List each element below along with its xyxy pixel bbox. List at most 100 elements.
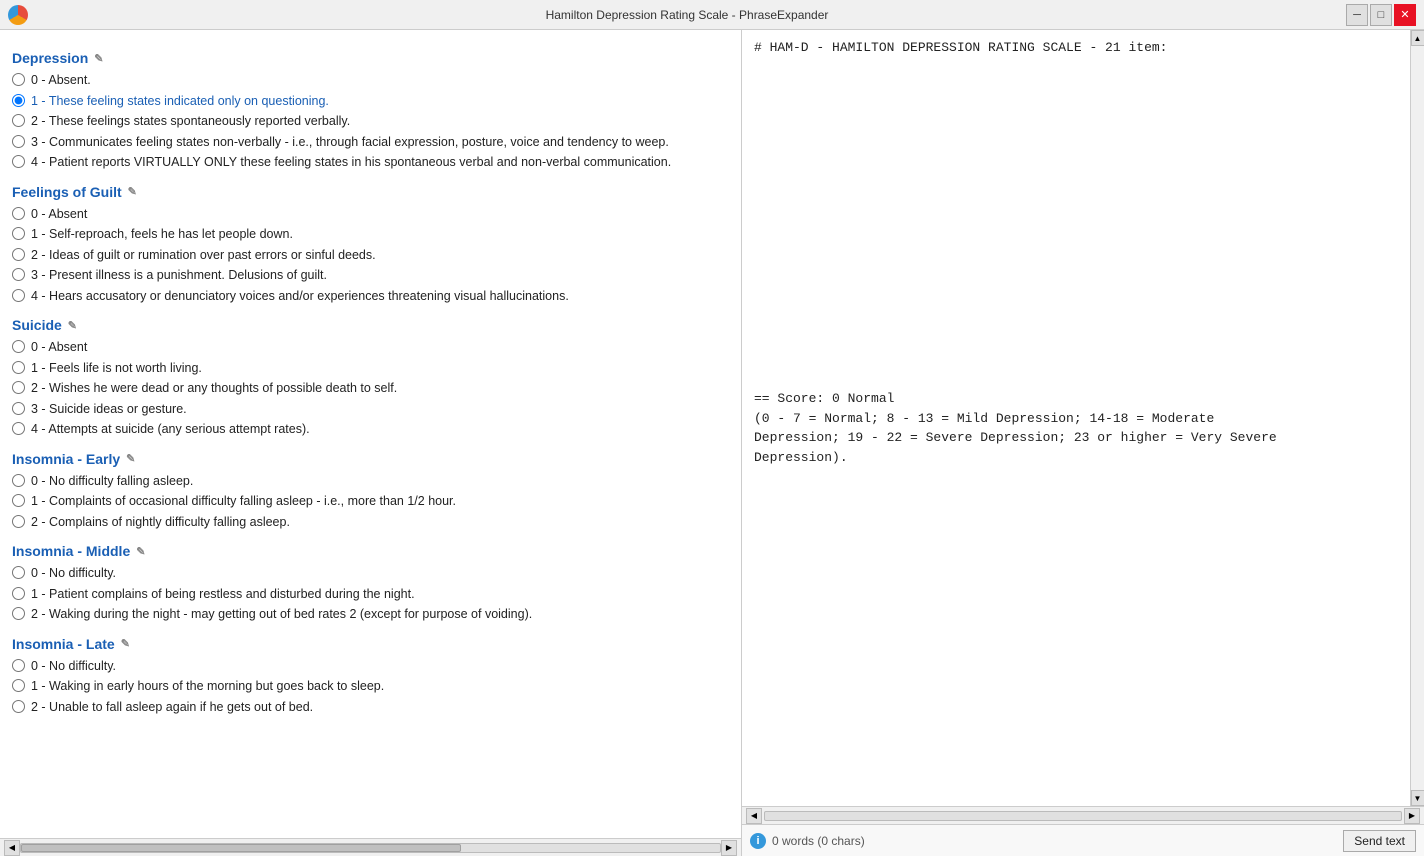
close-button[interactable]: ✕ xyxy=(1394,4,1416,26)
radio-depression-1[interactable] xyxy=(12,94,25,107)
radio-item: 1 - Feels life is not worth living. xyxy=(12,360,729,378)
radio-label: 1 - Patient complains of being restless … xyxy=(31,586,415,604)
radio-item: 0 - No difficulty. xyxy=(12,658,729,676)
section-edit-icon-insomnia-middle[interactable]: ✎ xyxy=(136,544,150,558)
section-header-guilt: Feelings of Guilt ✎ xyxy=(12,184,729,200)
section-suicide: Suicide✎0 - Absent1 - Feels life is not … xyxy=(12,317,729,439)
radio-item: 1 - Patient complains of being restless … xyxy=(12,586,729,604)
radio-item: 0 - No difficulty falling asleep. xyxy=(12,473,729,491)
radio-guilt-3[interactable] xyxy=(12,268,25,281)
radio-item: 2 - Ideas of guilt or rumination over pa… xyxy=(12,247,729,265)
vscroll-up-arrow[interactable]: ▲ xyxy=(1411,30,1424,46)
section-edit-icon-suicide[interactable]: ✎ xyxy=(68,318,82,332)
radio-insomnia-early-2[interactable] xyxy=(12,515,25,528)
radio-suicide-4[interactable] xyxy=(12,422,25,435)
radio-insomnia-late-0[interactable] xyxy=(12,659,25,672)
window-title: Hamilton Depression Rating Scale - Phras… xyxy=(28,8,1346,22)
radio-guilt-1[interactable] xyxy=(12,227,25,240)
radio-item: 0 - Absent xyxy=(12,206,729,224)
radio-item: 1 - These feeling states indicated only … xyxy=(12,93,729,111)
radio-insomnia-middle-1[interactable] xyxy=(12,587,25,600)
hscroll-track[interactable] xyxy=(20,843,721,853)
section-edit-icon-insomnia-early[interactable]: ✎ xyxy=(126,452,140,466)
radio-item: 1 - Self-reproach, feels he has let peop… xyxy=(12,226,729,244)
window-controls: ─ □ ✕ xyxy=(1346,4,1416,26)
minimize-button[interactable]: ─ xyxy=(1346,4,1368,26)
radio-item: 2 - Complains of nightly difficulty fall… xyxy=(12,514,729,532)
section-insomnia-middle: Insomnia - Middle✎ 0 - No difficulty. 1 - … xyxy=(12,543,729,624)
radio-guilt-4[interactable] xyxy=(12,289,25,302)
info-icon: i xyxy=(750,833,766,849)
section-label-depression: Depression xyxy=(12,50,88,66)
radio-label: 3 - Suicide ideas or gesture. xyxy=(31,401,187,419)
radio-item: 2 - These feelings states spontaneously … xyxy=(12,113,729,131)
radio-label: 2 - Unable to fall asleep again if he ge… xyxy=(31,699,313,717)
section-label-guilt: Feelings of Guilt xyxy=(12,184,122,200)
radio-label: 3 - Communicates feeling states non-verb… xyxy=(31,134,669,152)
radio-guilt-0[interactable] xyxy=(12,207,25,220)
section-header-depression: Depression ✎ xyxy=(12,50,729,66)
section-header-insomnia-middle: Insomnia - Middle✎ xyxy=(12,543,729,559)
radio-label: 1 - Waking in early hours of the morning… xyxy=(31,678,384,696)
vscroll-down-arrow[interactable]: ▼ xyxy=(1411,790,1424,806)
radio-depression-2[interactable] xyxy=(12,114,25,127)
status-bar: i 0 words (0 chars) Send text xyxy=(742,824,1424,856)
radio-suicide-1[interactable] xyxy=(12,361,25,374)
title-bar: Hamilton Depression Rating Scale - Phras… xyxy=(0,0,1424,30)
section-edit-icon-guilt[interactable]: ✎ xyxy=(128,185,142,199)
left-panel: Depression✎0 - Absent.1 - These feeling … xyxy=(0,30,742,856)
radio-item: 2 - Wishes he were dead or any thoughts … xyxy=(12,380,729,398)
app-logo xyxy=(8,5,28,25)
right-hscroll-right-arrow[interactable]: ▶ xyxy=(1404,808,1420,824)
radio-insomnia-late-1[interactable] xyxy=(12,679,25,692)
section-insomnia-early: Insomnia - Early✎ 0 - No difficulty falli… xyxy=(12,451,729,532)
hscroll-thumb[interactable] xyxy=(21,844,461,852)
section-edit-icon-insomnia-late[interactable]: ✎ xyxy=(121,637,135,651)
vscroll-track[interactable] xyxy=(1413,46,1423,790)
radio-depression-0[interactable] xyxy=(12,73,25,86)
word-count-label: 0 words (0 chars) xyxy=(772,834,865,848)
radio-label: 1 - Complaints of occasional difficulty … xyxy=(31,493,456,511)
output-textarea[interactable] xyxy=(742,30,1424,806)
left-scroll-area[interactable]: Depression✎0 - Absent.1 - These feeling … xyxy=(0,30,741,838)
radio-insomnia-middle-2[interactable] xyxy=(12,607,25,620)
radio-insomnia-early-1[interactable] xyxy=(12,494,25,507)
section-edit-icon-depression[interactable]: ✎ xyxy=(94,51,108,65)
status-left: i 0 words (0 chars) xyxy=(750,833,865,849)
radio-label: 2 - Waking during the night - may gettin… xyxy=(31,606,532,624)
radio-item: 3 - Communicates feeling states non-verb… xyxy=(12,134,729,152)
radio-label: 2 - Complains of nightly difficulty fall… xyxy=(31,514,290,532)
radio-label: 1 - These feeling states indicated only … xyxy=(31,93,329,111)
radio-insomnia-late-2[interactable] xyxy=(12,700,25,713)
radio-guilt-2[interactable] xyxy=(12,248,25,261)
section-label-insomnia-late: Insomnia - Late xyxy=(12,636,115,652)
radio-insomnia-early-0[interactable] xyxy=(12,474,25,487)
section-header-insomnia-early: Insomnia - Early✎ xyxy=(12,451,729,467)
radio-label: 2 - These feelings states spontaneously … xyxy=(31,113,350,131)
radio-item: 0 - No difficulty. xyxy=(12,565,729,583)
radio-label: 0 - No difficulty falling asleep. xyxy=(31,473,193,491)
restore-button[interactable]: □ xyxy=(1370,4,1392,26)
right-panel: ▲ ▼ ◀ ▶ i 0 words (0 chars) Send text xyxy=(742,30,1424,856)
radio-insomnia-middle-0[interactable] xyxy=(12,566,25,579)
main-layout: Depression✎0 - Absent.1 - These feeling … xyxy=(0,30,1424,856)
left-horizontal-scrollbar[interactable]: ◀ ▶ xyxy=(0,838,741,856)
radio-label: 4 - Patient reports VIRTUALLY ONLY these… xyxy=(31,154,671,172)
radio-item: 4 - Hears accusatory or denunciatory voi… xyxy=(12,288,729,306)
radio-label: 0 - Absent. xyxy=(31,72,91,90)
right-vertical-scrollbar[interactable]: ▲ ▼ xyxy=(1410,30,1424,806)
hscroll-left-arrow[interactable]: ◀ xyxy=(4,840,20,856)
radio-depression-3[interactable] xyxy=(12,135,25,148)
radio-suicide-3[interactable] xyxy=(12,402,25,415)
send-text-button[interactable]: Send text xyxy=(1343,830,1416,852)
radio-depression-4[interactable] xyxy=(12,155,25,168)
hscroll-right-arrow[interactable]: ▶ xyxy=(721,840,737,856)
section-header-suicide: Suicide✎ xyxy=(12,317,729,333)
radio-label: 0 - No difficulty. xyxy=(31,565,116,583)
right-hscroll-left-arrow[interactable]: ◀ xyxy=(746,808,762,824)
right-horizontal-scrollbar[interactable]: ◀ ▶ xyxy=(742,806,1424,824)
radio-suicide-2[interactable] xyxy=(12,381,25,394)
radio-label: 3 - Present illness is a punishment. Del… xyxy=(31,267,327,285)
radio-suicide-0[interactable] xyxy=(12,340,25,353)
right-hscroll-track[interactable] xyxy=(764,811,1402,821)
